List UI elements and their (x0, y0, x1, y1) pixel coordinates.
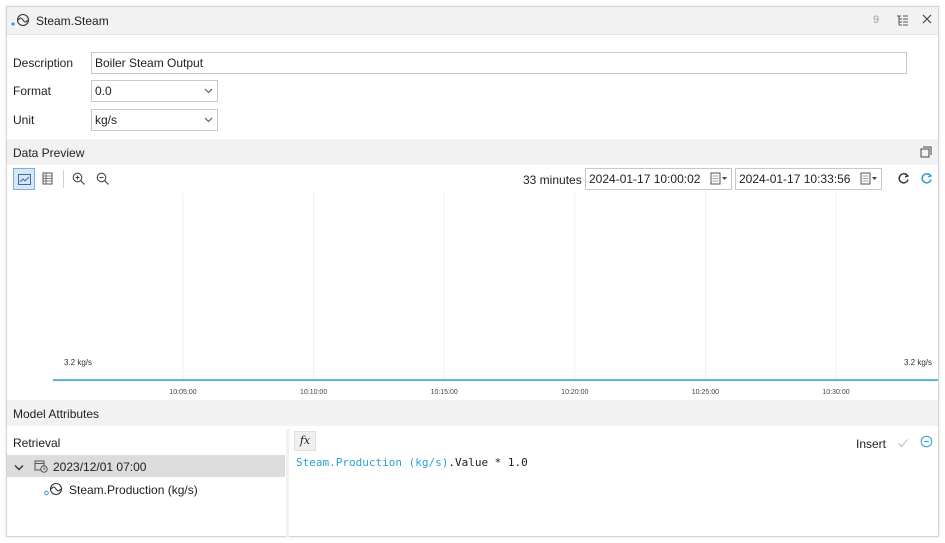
zoom-in-button[interactable] (68, 168, 90, 190)
toolbar-divider (63, 170, 64, 188)
y-label-left: 3.2 kg/s (64, 358, 92, 367)
x-tick-label: 10:15:00 (431, 389, 458, 396)
format-select[interactable]: 0.0 (91, 80, 218, 102)
tree-view-icon[interactable] (896, 14, 909, 27)
popout-icon[interactable] (920, 146, 932, 161)
chevron-down-icon (204, 88, 213, 94)
line-chart-icon (18, 174, 31, 185)
data-preview-title: Data Preview (13, 146, 85, 160)
end-date-value: 2024-01-17 10:33:56 (739, 172, 851, 186)
model-attributes-title: Model Attributes (13, 407, 100, 421)
x-tick-label: 10:05:00 (169, 389, 196, 396)
description-label: Description (13, 56, 74, 70)
calendar-icon[interactable] (860, 172, 878, 186)
retrieval-label: Retrieval (13, 436, 61, 450)
title-bar: Steam.Steam 9 (7, 7, 938, 35)
end-date-field[interactable]: 2024-01-17 10:33:56 (735, 168, 882, 190)
chart-grid (182, 193, 837, 381)
description-field[interactable]: Boiler Steam Output (91, 52, 907, 74)
function-button[interactable]: fx (294, 431, 316, 451)
data-preview-chart[interactable]: 3.2 kg/s 3.2 kg/s 10:05:00 10:10:00 10:15:… (7, 193, 938, 401)
insert-button[interactable]: Insert (856, 437, 886, 451)
data-preview-header: Data Preview (7, 139, 938, 165)
table-icon (42, 172, 53, 185)
panel-splitter[interactable] (286, 429, 289, 537)
unit-select[interactable]: kg/s (91, 109, 218, 131)
cancel-circle-icon[interactable] (920, 435, 933, 451)
expression-editor[interactable]: Steam.Production (kg/s).Value * 1.0 (296, 456, 528, 469)
description-value: Boiler Steam Output (95, 56, 204, 70)
zoom-in-icon (72, 172, 85, 185)
refresh-icon[interactable] (897, 172, 910, 188)
tree-item-attribute[interactable]: Steam.Production (kg/s) (7, 478, 285, 500)
chevron-down-icon[interactable] (14, 461, 24, 475)
preview-toolbar: 33 minutes 2024-01-17 10:00:02 2024-01-1… (7, 165, 938, 193)
auto-refresh-icon[interactable] (920, 172, 933, 188)
unit-value: kg/s (95, 113, 118, 127)
format-label: Format (13, 84, 52, 98)
attribute-count: 9 (873, 14, 880, 26)
x-tick-label: 10:20:00 (561, 389, 588, 396)
start-date-field[interactable]: 2024-01-17 10:00:02 (585, 168, 732, 190)
start-date-value: 2024-01-17 10:00:02 (589, 172, 701, 186)
x-tick-label: 10:25:00 (692, 389, 719, 396)
window-title: Steam.Steam (36, 14, 109, 28)
attribute-editor-window: Steam.Steam 9 Description Boiler Steam O… (6, 6, 939, 537)
chart-view-button[interactable] (13, 168, 35, 190)
unit-label: Unit (13, 113, 35, 127)
check-icon[interactable] (897, 437, 909, 452)
tree-item-retrieval-time[interactable]: 2023/12/01 07:00 (7, 455, 285, 477)
model-attributes-header: Model Attributes (7, 400, 938, 426)
x-tick-label: 10:10:00 (300, 389, 327, 396)
expression-reference: Steam.Production (kg/s) (296, 456, 449, 469)
duration-label: 33 minutes (523, 173, 582, 187)
chart-canvas: 3.2 kg/s 3.2 kg/s 10:05:00 10:10:00 10:15:… (52, 193, 938, 396)
tree-child-label: Steam.Production (kg/s) (69, 483, 198, 497)
table-view-button[interactable] (37, 168, 59, 190)
expression-rest: .Value * 1.0 (448, 456, 528, 469)
tree-root-label: 2023/12/01 07:00 (53, 460, 147, 474)
zoom-out-icon (96, 172, 109, 185)
x-tick-label: 10:30:00 (822, 389, 849, 396)
sensor-wave-icon (44, 482, 66, 499)
close-icon[interactable] (921, 13, 933, 25)
calendar-icon[interactable] (710, 172, 728, 186)
format-value: 0.0 (95, 84, 112, 98)
y-label-right: 3.2 kg/s (904, 358, 932, 367)
chevron-down-icon (204, 117, 213, 123)
calendar-clock-icon (34, 459, 48, 476)
sensor-wave-icon (11, 13, 33, 27)
zoom-out-button[interactable] (92, 168, 114, 190)
x-tick-labels: 10:05:00 10:10:00 10:15:00 10:20:00 10:25:00… (169, 389, 849, 396)
